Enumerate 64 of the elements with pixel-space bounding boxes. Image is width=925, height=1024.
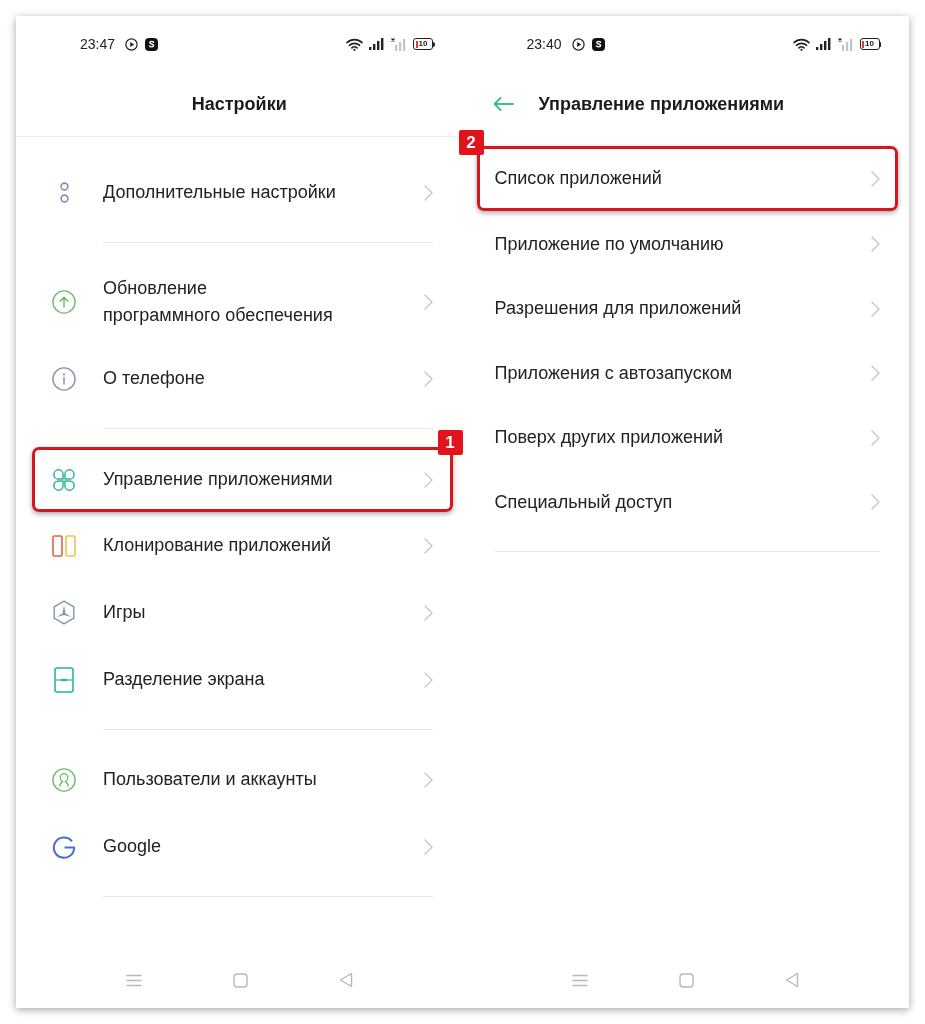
chevron-right-icon — [871, 365, 880, 382]
app-notification-icon — [145, 37, 159, 51]
chevron-right-icon — [871, 236, 880, 253]
back-icon[interactable] — [785, 972, 800, 988]
user-circle-icon — [52, 766, 76, 793]
split-screen-icon — [54, 666, 74, 693]
home-icon[interactable] — [232, 972, 248, 988]
signal-icon — [815, 38, 831, 50]
two-circles-icon — [59, 182, 69, 203]
chevron-right-icon — [423, 671, 433, 688]
back-icon[interactable] — [338, 972, 353, 988]
chevron-right-icon — [423, 604, 433, 621]
play-icon — [571, 37, 585, 51]
settings-item[interactable]: Список приложений — [479, 149, 895, 208]
settings-item[interactable]: Разрешения для приложений — [462, 276, 909, 341]
settings-item[interactable]: Поверх других приложений — [462, 405, 909, 470]
chevron-right-icon — [423, 370, 433, 387]
settings-item[interactable]: Обновление программного обеспечения — [16, 259, 463, 345]
signal-off-icon — [391, 37, 406, 51]
status-time: 23:47 — [80, 34, 116, 54]
hexagon-star-icon — [52, 599, 76, 626]
home-icon[interactable] — [679, 972, 695, 988]
menu-icon[interactable] — [572, 973, 589, 987]
settings-item[interactable]: Разделение экрана — [16, 646, 463, 713]
signal-off-icon — [837, 37, 853, 51]
settings-item[interactable]: Игры — [16, 579, 463, 646]
four-petal-grid-icon — [52, 466, 76, 493]
battery-indicator: 10 — [413, 38, 435, 50]
settings-item[interactable]: Клонирование приложений — [16, 512, 463, 579]
signal-icon — [369, 38, 384, 50]
wifi-icon — [792, 37, 810, 51]
settings-item[interactable]: Google — [16, 813, 463, 880]
settings-item[interactable]: Пользователи и аккаунты — [16, 746, 463, 813]
settings-item[interactable]: О телефоне — [16, 345, 463, 412]
chevron-right-icon — [423, 771, 433, 788]
chevron-right-icon — [423, 184, 433, 201]
settings-item[interactable]: Дополнительные настройки — [16, 159, 463, 226]
arrow-up-circle-icon — [52, 289, 76, 315]
settings-item[interactable]: Управление приложениями — [35, 450, 450, 509]
chevron-right-icon — [871, 170, 880, 187]
chevron-right-icon — [871, 494, 880, 511]
app-notification-icon — [591, 37, 605, 51]
wifi-icon — [346, 37, 363, 51]
menu-icon[interactable] — [125, 973, 142, 987]
play-icon — [125, 37, 139, 51]
battery-indicator: 10 — [859, 38, 881, 50]
chevron-right-icon — [423, 838, 433, 855]
settings-item[interactable]: Приложение по умолчанию — [462, 212, 909, 277]
chevron-right-icon — [423, 537, 433, 554]
g-logo-icon — [52, 833, 76, 860]
back-arrow-icon[interactable] — [492, 97, 514, 111]
status-time: 23:40 — [526, 34, 562, 54]
screen-title: Настройки — [191, 92, 287, 116]
screen-title: Управление приложениями — [538, 92, 785, 116]
settings-item[interactable]: Приложения с автозапуском — [462, 341, 909, 406]
info-icon — [52, 365, 76, 392]
two-rectangles-icon — [52, 534, 76, 557]
chevron-right-icon — [423, 294, 433, 310]
settings-item[interactable]: Специальный доступ — [462, 470, 909, 535]
chevron-right-icon — [871, 300, 880, 317]
step-number-badge: 1 — [437, 430, 463, 455]
chevron-right-icon — [423, 471, 433, 488]
step-number-badge: 2 — [458, 130, 484, 155]
chevron-right-icon — [871, 429, 880, 446]
